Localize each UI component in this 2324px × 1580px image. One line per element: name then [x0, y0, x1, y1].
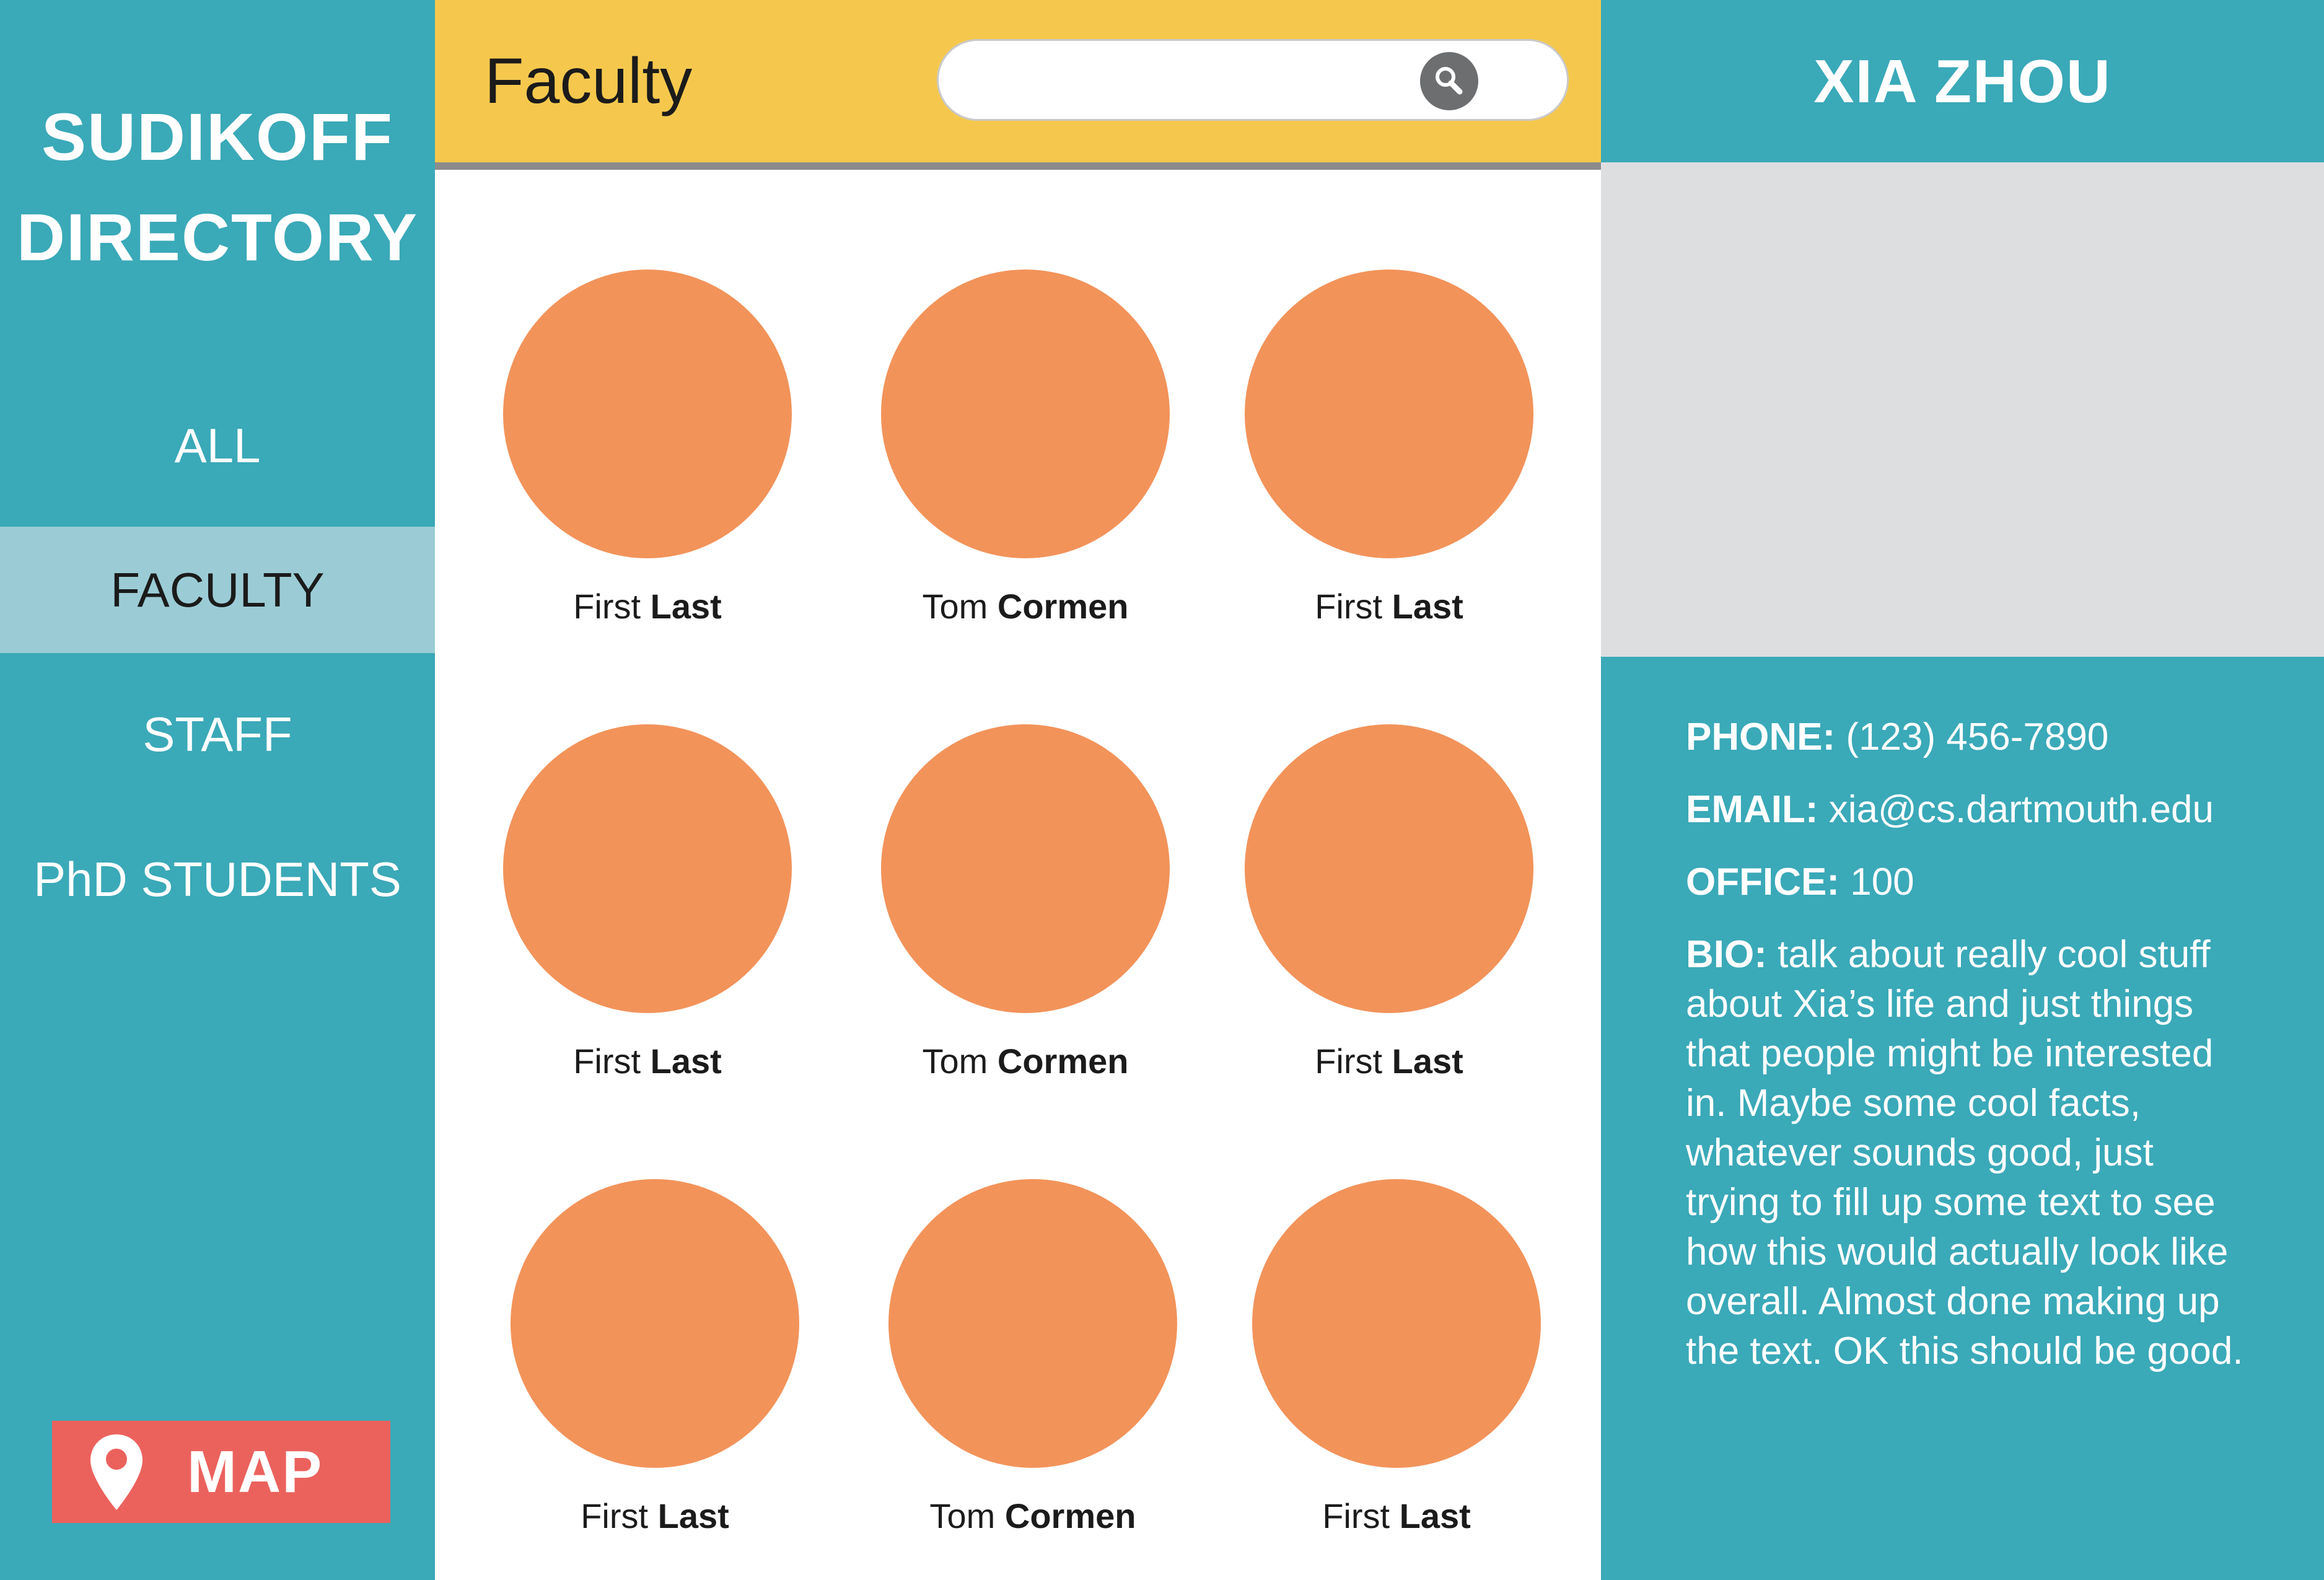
faculty-grid: First Last Tom Cormen First Last First L…	[435, 170, 1601, 1580]
faculty-card[interactable]: First Last	[1211, 1179, 1582, 1536]
avatar	[1245, 724, 1533, 1013]
first-name: First	[1315, 1042, 1383, 1081]
bio-label: BIO:	[1686, 933, 1767, 976]
app-title-line2: DIRECTORY	[16, 200, 419, 274]
faculty-name: Tom Cormen	[840, 586, 1211, 626]
avatar	[881, 270, 1170, 558]
avatar	[1252, 1179, 1541, 1468]
last-name: Last	[1392, 1042, 1463, 1081]
first-name: Tom	[929, 1496, 996, 1535]
header-divider	[435, 162, 1601, 170]
app-title: SUDIKOFF DIRECTORY	[0, 87, 435, 287]
first-name: First	[581, 1496, 649, 1535]
email-label: EMAIL:	[1686, 788, 1818, 831]
nav-item-all[interactable]: ALL	[0, 382, 435, 509]
faculty-card[interactable]: Tom Cormen	[840, 724, 1211, 1081]
nav-item-label: FACULTY	[110, 562, 325, 617]
profile-details: PHONE: (123) 456-7890 EMAIL: xia@cs.dart…	[1686, 713, 2256, 1376]
profile-office: OFFICE: 100	[1686, 858, 2256, 907]
avatar	[503, 270, 792, 558]
faculty-card[interactable]: First Last	[1203, 270, 1575, 626]
avatar	[503, 724, 792, 1013]
sidebar: SUDIKOFF DIRECTORY ALL FACULTY STAFF PhD…	[0, 0, 435, 1580]
last-name: Last	[650, 587, 722, 626]
profile-phone: PHONE: (123) 456-7890	[1686, 713, 2256, 762]
map-button-label: MAP	[187, 1438, 323, 1505]
page-title: Faculty	[485, 45, 693, 117]
first-name: First	[1322, 1496, 1390, 1535]
first-name: First	[1315, 587, 1383, 626]
avatar	[888, 1179, 1177, 1468]
first-name: First	[573, 1042, 641, 1081]
faculty-name: First Last	[1211, 1496, 1582, 1536]
bio-text: talk about really cool stuff about Xia’s…	[1686, 933, 2243, 1372]
profile-name: XIA ZHOU	[1813, 46, 2111, 115]
profile-email: EMAIL: xia@cs.dartmouth.edu	[1686, 785, 2256, 835]
profile-panel: XIA ZHOU PHONE: (123) 456-7890 EMAIL: xi…	[1601, 0, 2324, 1580]
map-button[interactable]: MAP	[52, 1421, 390, 1523]
last-name: Last	[1392, 587, 1463, 626]
last-name: Last	[650, 1042, 722, 1081]
faculty-card[interactable]: Tom Cormen	[840, 270, 1211, 626]
search-icon	[1436, 67, 1463, 95]
first-name: Tom	[922, 1042, 988, 1081]
office-label: OFFICE:	[1686, 861, 1839, 903]
faculty-name: Tom Cormen	[840, 1041, 1211, 1081]
faculty-card[interactable]: First Last	[462, 724, 833, 1081]
map-pin-icon	[90, 1434, 143, 1510]
office-value: 100	[1850, 861, 1914, 903]
faculty-name: First Last	[1203, 1041, 1575, 1081]
faculty-card[interactable]: First Last	[462, 270, 833, 626]
email-value: xia@cs.dartmouth.edu	[1828, 788, 2214, 831]
last-name: Last	[1399, 1496, 1471, 1535]
phone-value: (123) 456-7890	[1846, 716, 2109, 758]
nav-item-staff[interactable]: STAFF	[0, 671, 435, 797]
last-name: Last	[657, 1496, 729, 1535]
avatar	[881, 724, 1170, 1013]
search-input[interactable]	[963, 53, 1474, 109]
app-title-line1: SUDIKOFF	[42, 99, 393, 174]
faculty-card[interactable]: First Last	[1203, 724, 1575, 1081]
last-name: Cormen	[1004, 1496, 1136, 1535]
last-name: Cormen	[997, 1042, 1129, 1081]
phone-label: PHONE:	[1686, 716, 1836, 758]
nav-item-phd-students[interactable]: PhD STUDENTS	[0, 816, 435, 942]
faculty-name: First Last	[462, 1041, 833, 1081]
header-bar: Faculty	[435, 0, 1601, 162]
faculty-name: First Last	[462, 586, 833, 626]
nav-item-label: STAFF	[143, 706, 292, 761]
first-name: First	[573, 587, 641, 626]
nav-item-faculty[interactable]: FACULTY	[0, 527, 435, 653]
faculty-name: First Last	[469, 1496, 841, 1536]
nav-item-label: ALL	[174, 418, 261, 473]
faculty-name: Tom Cormen	[847, 1496, 1219, 1536]
profile-photo	[1601, 162, 2324, 657]
nav-item-label: PhD STUDENTS	[33, 851, 401, 906]
faculty-name: First Last	[1203, 586, 1575, 626]
first-name: Tom	[922, 587, 988, 626]
faculty-card[interactable]: Tom Cormen	[847, 1179, 1219, 1536]
profile-bio: BIO: talk about really cool stuff about …	[1686, 930, 2256, 1376]
avatar	[511, 1179, 799, 1468]
last-name: Cormen	[997, 587, 1129, 626]
search-button[interactable]	[1420, 52, 1478, 110]
faculty-card[interactable]: First Last	[469, 1179, 841, 1536]
avatar	[1245, 270, 1533, 558]
app-root: SUDIKOFF DIRECTORY ALL FACULTY STAFF PhD…	[0, 0, 2324, 1580]
